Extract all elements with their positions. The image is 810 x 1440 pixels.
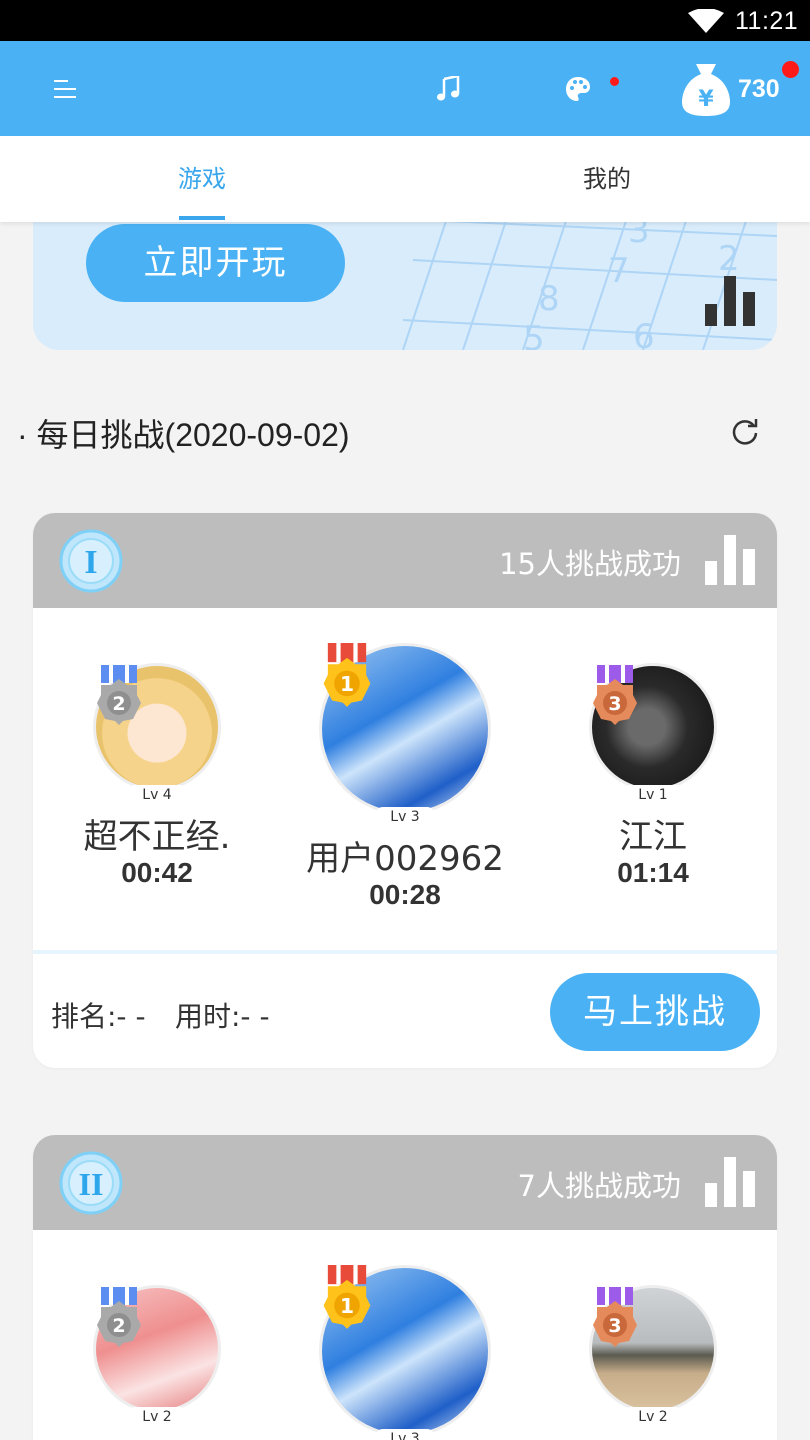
player-time: 00:42	[121, 857, 193, 888]
gold-medal-icon: 1	[323, 643, 371, 707]
coins-button[interactable]: ¥ 730	[680, 41, 810, 136]
palette-icon	[566, 76, 590, 101]
play-now-button[interactable]: 立即开玩	[86, 224, 345, 302]
svg-text:¥: ¥	[698, 87, 714, 112]
svg-text:3: 3	[608, 1315, 621, 1337]
player-name: 用户002962	[306, 839, 504, 879]
coin-count: 730	[738, 75, 780, 103]
svg-text:7: 7	[608, 251, 630, 291]
svg-text:I: I	[84, 544, 97, 581]
silver-medal-icon: 2	[97, 665, 141, 725]
menu-button[interactable]	[36, 41, 96, 136]
player-level: Lv 1	[623, 785, 683, 805]
refresh-icon[interactable]	[731, 418, 759, 446]
svg-text:8: 8	[538, 279, 560, 319]
daily-challenge-title: · 每日挑战(2020-09-02)	[17, 417, 350, 453]
bronze-medal-icon: 3	[593, 1287, 637, 1347]
player-level: Lv 2	[127, 1407, 187, 1427]
start-game-banner: 3 7 2 8 6 5 立即开玩	[33, 200, 777, 350]
player-level: Lv 4	[127, 785, 187, 805]
player-time: 01:14	[617, 857, 689, 888]
status-bar: 11:21	[0, 0, 810, 41]
svg-text:1: 1	[340, 1294, 354, 1318]
card-header: II 7人挑战成功	[33, 1135, 777, 1230]
svg-text:5: 5	[523, 319, 545, 350]
tab-game[interactable]: 游戏	[102, 136, 302, 222]
player-time: 00:28	[369, 879, 441, 910]
player-level: Lv 3	[375, 807, 435, 827]
silver-medal-icon: 2	[97, 1287, 141, 1347]
level-2-emblem-icon: II	[59, 1151, 123, 1215]
music-button[interactable]	[418, 41, 478, 136]
player-name: 超不正经.	[83, 817, 231, 857]
svg-text:6: 6	[633, 317, 655, 350]
card-header: I 15人挑战成功	[33, 513, 777, 608]
tab-mine[interactable]: 我的	[507, 136, 707, 222]
bar-chart-icon[interactable]	[705, 1157, 755, 1207]
player-level: Lv 3	[375, 1429, 435, 1440]
svg-text:3: 3	[608, 693, 621, 715]
success-count: 15人挑战成功	[499, 547, 681, 581]
bronze-medal-icon: 3	[593, 665, 637, 725]
tab-bar: 游戏 我的	[0, 136, 810, 222]
coin-notification-dot	[782, 61, 799, 78]
challenge-now-button[interactable]: 马上挑战	[550, 973, 760, 1051]
bar-chart-icon[interactable]	[705, 276, 755, 326]
app-bar: ¥ 730	[0, 41, 810, 136]
theme-button[interactable]	[548, 41, 619, 136]
wifi-icon	[688, 9, 724, 33]
player-name: 江江	[619, 817, 687, 857]
card-divider	[33, 950, 777, 954]
theme-notification-dot	[610, 77, 619, 86]
status-time: 11:21	[735, 7, 799, 35]
svg-text:1: 1	[340, 672, 354, 696]
challenge-card-level-2: II 7人挑战成功 2 Lv 2 1 Lv 3 3 Lv 2	[33, 1135, 777, 1440]
player-level: Lv 2	[623, 1407, 683, 1427]
level-1-emblem-icon: I	[59, 529, 123, 593]
menu-icon	[54, 79, 76, 98]
success-count: 7人挑战成功	[517, 1169, 681, 1203]
svg-text:2: 2	[112, 1315, 125, 1337]
my-time: 用时:- -	[175, 1000, 270, 1033]
money-bag-icon: ¥	[682, 64, 730, 116]
music-note-icon	[437, 75, 460, 100]
svg-text:II: II	[79, 1166, 104, 1202]
my-rank: 排名:- -	[51, 1000, 146, 1033]
challenge-card-level-1: I 15人挑战成功 2 Lv 4 超不正经. 00:42 1 Lv 3 用户00…	[33, 513, 777, 1068]
svg-text:2: 2	[112, 693, 125, 715]
active-tab-indicator	[179, 216, 225, 220]
bar-chart-icon[interactable]	[705, 535, 755, 585]
svg-text:2: 2	[718, 239, 740, 279]
gold-medal-icon: 1	[323, 1265, 371, 1329]
